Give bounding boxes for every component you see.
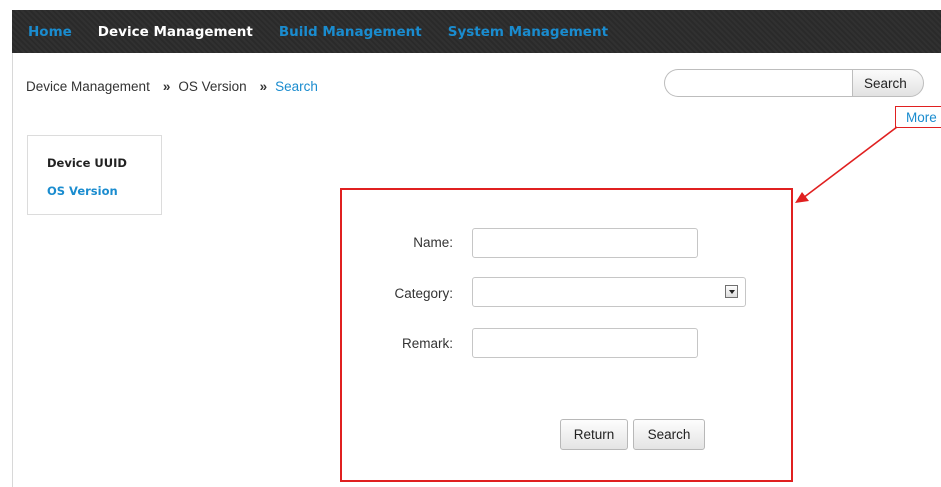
remark-label: Remark: — [401, 336, 453, 351]
sidebar-item-device-uuid[interactable]: Device UUID — [47, 156, 127, 170]
nav-item-home[interactable]: Home — [28, 24, 72, 40]
top-nav-bar: Home Device Management Build Management … — [12, 10, 941, 53]
breadcrumb-separator: » — [162, 79, 171, 94]
breadcrumb-item-os-version[interactable]: OS Version — [178, 79, 246, 94]
return-button[interactable]: Return — [560, 419, 628, 450]
search-button[interactable]: Search — [633, 419, 705, 450]
more-link[interactable]: More — [895, 106, 941, 128]
nav-item-system-management[interactable]: System Management — [448, 24, 608, 40]
breadcrumb: Device Management » OS Version » Search — [26, 79, 318, 94]
nav-item-device-management[interactable]: Device Management — [98, 24, 253, 40]
category-select[interactable] — [472, 277, 746, 307]
breadcrumb-separator: » — [259, 79, 268, 94]
name-label: Name: — [413, 235, 453, 250]
breadcrumb-item-device-management[interactable]: Device Management — [26, 79, 150, 94]
global-search-button[interactable]: Search — [852, 69, 924, 97]
nav-item-build-management[interactable]: Build Management — [279, 24, 422, 40]
remark-input[interactable] — [472, 328, 698, 358]
content-left-border — [12, 53, 13, 487]
chevron-down-icon[interactable] — [725, 285, 738, 298]
breadcrumb-item-search: Search — [275, 79, 318, 94]
category-label: Category: — [394, 286, 453, 301]
name-input[interactable] — [472, 228, 698, 258]
sidebar: Device UUID OS Version — [27, 135, 162, 215]
global-search-input[interactable] — [664, 69, 854, 97]
sidebar-item-os-version[interactable]: OS Version — [47, 184, 118, 198]
